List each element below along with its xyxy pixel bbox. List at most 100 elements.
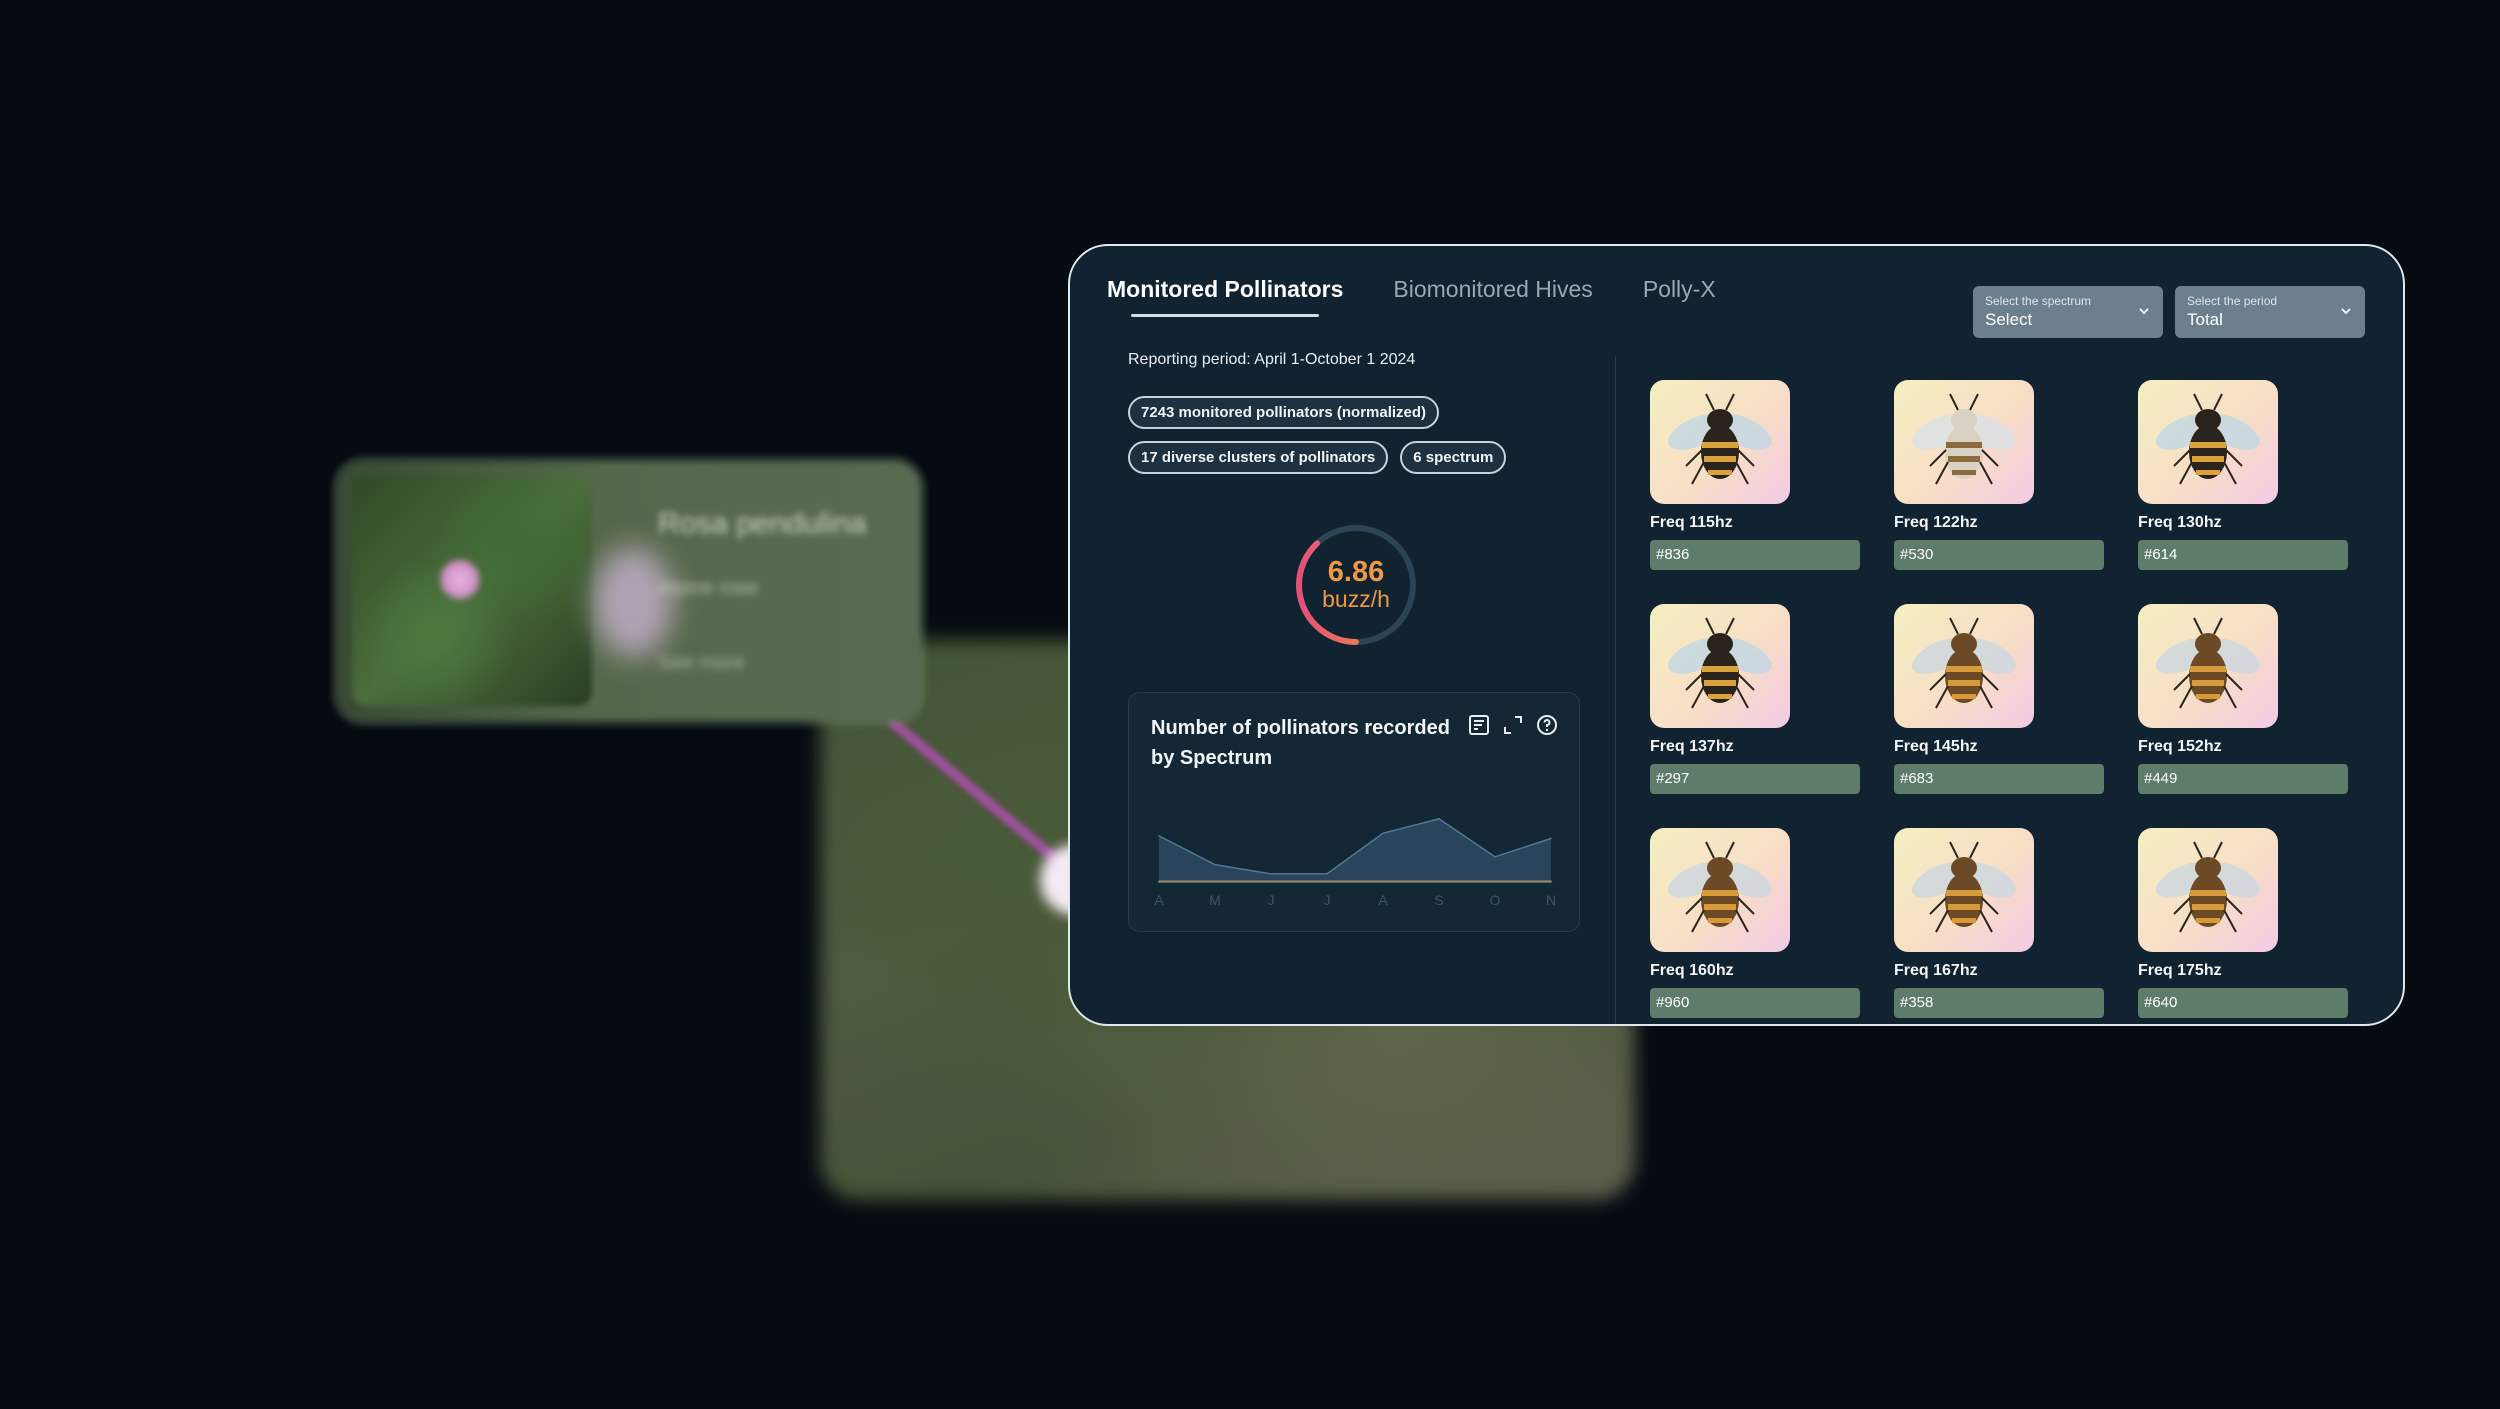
flower-photo [352,476,592,706]
gauge-value: 6.86 [1327,556,1385,588]
pollinator-frequency: Freq 145hz [1894,738,1978,755]
x-tick-label: O [1490,892,1501,908]
flower-blur-shape [593,547,673,657]
spectrum-select[interactable]: Select the spectrum Select [1973,286,2163,338]
chevron-down-icon [2341,308,2351,315]
chart-point [1494,881,1496,883]
x-tick-label: A [1154,892,1164,908]
buzz-rate-gauge: 6.86 buzz/h [1292,521,1420,649]
chart-point [1438,818,1440,820]
x-tick-label: J [1324,892,1331,908]
pollinator-id: #960 [1650,988,1860,1018]
tab-monitored-pollinators[interactable]: Monitored Pollinators [1107,276,1343,317]
bee-image [2138,380,2278,504]
pollinator-id: #358 [1894,988,2104,1018]
bee-image [2138,828,2278,952]
column-divider [1615,356,1616,1024]
pollinator-id: #640 [2138,988,2348,1018]
x-tick-label: N [1546,892,1556,908]
pollinator-card-1[interactable]: Freq 115hz #836 [1650,380,1860,580]
x-tick-label: S [1434,892,1443,908]
pollinator-frequency: Freq 137hz [1650,738,1734,755]
chart-point [1382,832,1384,835]
pollinator-card-4[interactable]: Freq 137hz #297 [1650,604,1860,804]
tab-biomonitored-hives[interactable]: Biomonitored Hives [1393,276,1592,317]
tab-bar: Monitored Pollinators Biomonitored Hives… [1107,276,1716,317]
flower-footer: See more [658,652,745,674]
pollinator-frequency: Freq 167hz [1894,962,1978,979]
chip-spectrum-count: 6 spectrum [1400,441,1507,474]
bee-icon [1668,841,1772,933]
flower-card: Rosa pendulina Alpine rose See more [338,462,920,720]
flower-subtitle: Alpine rose [658,577,759,599]
chart-area-series-0 [1159,818,1551,883]
chip-diverse-clusters: 17 diverse clusters of pollinators [1128,441,1389,474]
pollinator-id: #449 [2138,764,2348,794]
chart-point [1214,881,1216,883]
gauge-unit: buzz/h [1322,586,1390,612]
chart-point [1494,856,1496,858]
note-icon[interactable] [1467,713,1491,737]
chart-point [1438,881,1440,883]
flower-title: Rosa pendulina [658,507,867,540]
pollinator-id: #530 [1894,540,2104,570]
chevron-down-icon [2139,308,2149,315]
bee-image [1650,828,1790,952]
chart-point [1550,837,1552,840]
summary-chips: 7243 monitored pollinators (normalized) … [1128,396,1568,474]
spectrum-select-label: Select the spectrum [1985,294,2092,308]
bee-icon [2156,617,2260,709]
pollinator-card-5[interactable]: Freq 145hz #683 [1894,604,2104,804]
bee-image [1894,828,2034,952]
bee-icon [1668,617,1772,709]
bee-image [1894,380,2034,504]
pollinator-frequency: Freq 115hz [1650,514,1733,531]
pollinator-frequency: Freq 122hz [1894,514,1978,531]
chart-point [1270,881,1272,883]
pollinator-id: #614 [2138,540,2348,570]
bee-image [1894,604,2034,728]
pollinator-card-7[interactable]: Freq 160hz #960 [1650,828,1860,1024]
chart-point [1158,881,1160,883]
chart-point [1270,873,1272,875]
bee-image [1650,604,1790,728]
pollinator-id: #683 [1894,764,2104,794]
help-icon[interactable] [1535,713,1559,737]
pollinator-frequency: Freq 160hz [1650,962,1734,979]
reporting-period: Reporting period: April 1-October 1 2024 [1128,351,1416,368]
period-select[interactable]: Select the period Total [2175,286,2365,338]
x-tick-label: M [1209,892,1221,908]
pollinator-frequency: Freq 130hz [2138,514,2222,531]
pollinator-id: #836 [1650,540,1860,570]
bee-icon [1668,393,1772,485]
bee-icon [2156,393,2260,485]
chart-point [1158,835,1160,837]
bee-icon [1912,393,2016,485]
pollinator-card-6[interactable]: Freq 152hz #449 [2138,604,2348,804]
bee-image [1650,380,1790,504]
pollinator-card-8[interactable]: Freq 167hz #358 [1894,828,2104,1024]
pollinator-frequency: Freq 152hz [2138,738,2222,755]
bee-image [2138,604,2278,728]
spectrum-area-chart: AMJJASON [1154,818,1556,908]
pollinator-card-9[interactable]: Freq 175hz #640 [2138,828,2348,1024]
pollinator-card-3[interactable]: Freq 130hz #614 [2138,380,2348,580]
pollinator-card-2[interactable]: Freq 122hz #530 [1894,380,2104,580]
chart-title: Number of pollinators recorded by Spectr… [1151,717,1450,769]
expand-icon[interactable] [1501,713,1525,737]
pollinator-panel: Monitored Pollinators Biomonitored Hives… [1068,244,2405,1026]
tab-polly-x[interactable]: Polly-X [1643,276,1716,317]
spectrum-chart-card: Number of pollinators recorded by Spectr… [1128,692,1580,932]
chart-point [1326,881,1328,883]
chart-point [1382,881,1384,883]
pollinator-id: #297 [1650,764,1860,794]
period-select-label: Select the period [2187,294,2278,308]
bee-icon [1912,841,2016,933]
x-tick-label: A [1378,892,1388,908]
pollinator-frequency: Freq 175hz [2138,962,2222,979]
bee-icon [2156,841,2260,933]
period-select-value: Total [2187,310,2223,329]
chart-point [1214,863,1216,866]
bee-icon [1912,617,2016,709]
spectrum-select-value: Select [1985,310,2033,329]
